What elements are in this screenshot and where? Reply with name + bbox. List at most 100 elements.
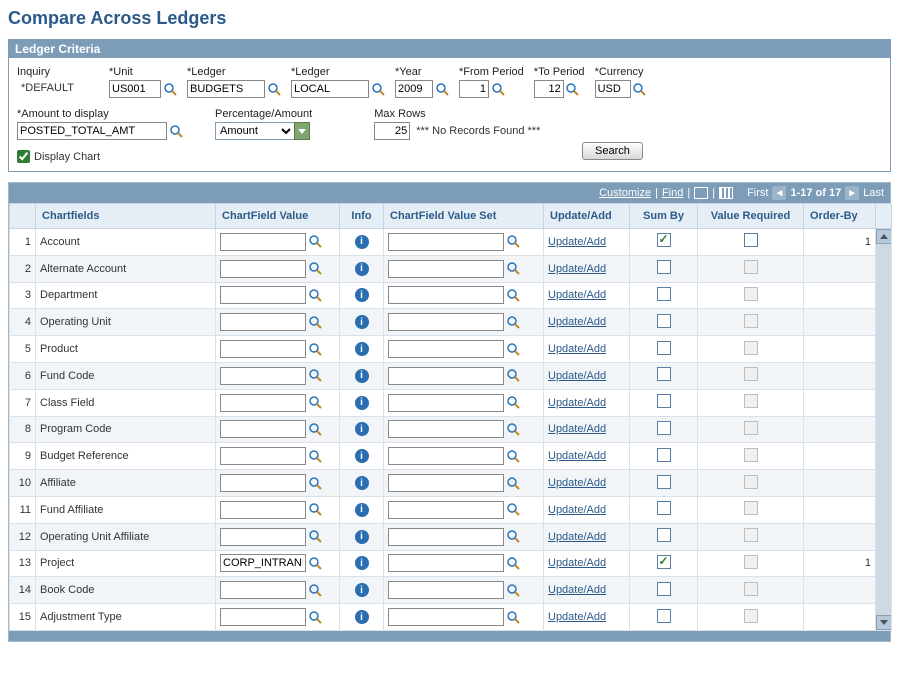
chartfield-value-set-input[interactable] [388,581,504,599]
sum-by-checkbox[interactable] [657,555,671,569]
chartfield-value-input[interactable] [220,447,306,465]
from-period-input[interactable] [459,80,489,98]
sum-by-checkbox[interactable] [657,475,671,489]
chartfield-value-set-input[interactable] [388,286,504,304]
lookup-icon[interactable] [308,315,322,329]
update-add-link[interactable]: Update/Add [548,236,606,248]
year-input[interactable] [395,80,433,98]
chartfield-value-set-input[interactable] [388,474,504,492]
update-add-link[interactable]: Update/Add [548,557,606,569]
chartfield-value-set-input[interactable] [388,394,504,412]
display-chart-input[interactable] [17,150,30,163]
sum-by-checkbox[interactable] [657,609,671,623]
chartfield-value-set-input[interactable] [388,420,504,438]
chartfield-value-input[interactable] [220,608,306,626]
lookup-icon[interactable] [506,342,520,356]
sum-by-checkbox[interactable] [657,314,671,328]
chartfield-value-input[interactable] [220,528,306,546]
info-icon[interactable]: i [355,369,369,383]
lookup-icon[interactable] [506,262,520,276]
info-icon[interactable]: i [355,288,369,302]
percent-amount-select[interactable]: Amount [215,122,295,140]
lookup-icon[interactable] [308,556,322,570]
info-icon[interactable]: i [355,449,369,463]
sum-by-checkbox[interactable] [657,448,671,462]
download-icon[interactable] [719,187,733,199]
lookup-icon[interactable] [435,82,449,96]
sum-by-checkbox[interactable] [657,421,671,435]
col-cf-value-set[interactable]: ChartField Value Set [384,204,544,229]
sum-by-checkbox[interactable] [657,528,671,542]
sum-by-checkbox[interactable] [657,367,671,381]
lookup-icon[interactable] [308,449,322,463]
chartfield-value-set-input[interactable] [388,233,504,251]
customize-link[interactable]: Customize [599,187,651,199]
lookup-icon[interactable] [371,82,385,96]
lookup-icon[interactable] [506,556,520,570]
update-add-link[interactable]: Update/Add [548,289,606,301]
lookup-icon[interactable] [308,396,322,410]
info-icon[interactable]: i [355,262,369,276]
info-icon[interactable]: i [355,235,369,249]
chartfield-value-input[interactable] [220,554,306,572]
lookup-icon[interactable] [308,288,322,302]
update-add-link[interactable]: Update/Add [548,316,606,328]
first-label[interactable]: First [747,187,768,199]
value-required-checkbox[interactable] [744,233,758,247]
ledger1-input[interactable] [187,80,265,98]
lookup-icon[interactable] [506,583,520,597]
lookup-icon[interactable] [267,82,281,96]
lookup-icon[interactable] [506,503,520,517]
chartfield-value-set-input[interactable] [388,554,504,572]
chartfield-value-input[interactable] [220,501,306,519]
view-all-icon[interactable] [694,187,708,199]
update-add-link[interactable]: Update/Add [548,343,606,355]
col-chartfields[interactable]: Chartfields [36,204,216,229]
sum-by-checkbox[interactable] [657,394,671,408]
lookup-icon[interactable] [308,530,322,544]
col-sum-by[interactable]: Sum By [630,204,698,229]
lookup-icon[interactable] [506,288,520,302]
lookup-icon[interactable] [308,369,322,383]
sum-by-checkbox[interactable] [657,501,671,515]
sum-by-checkbox[interactable] [657,233,671,247]
lookup-icon[interactable] [308,342,322,356]
lookup-icon[interactable] [506,449,520,463]
col-order-by[interactable]: Order-By [804,204,876,229]
col-info[interactable]: Info [340,204,384,229]
chartfield-value-input[interactable] [220,260,306,278]
update-add-link[interactable]: Update/Add [548,531,606,543]
info-icon[interactable]: i [355,610,369,624]
col-value-required[interactable]: Value Required [698,204,804,229]
chartfield-value-input[interactable] [220,394,306,412]
lookup-icon[interactable] [506,530,520,544]
lookup-icon[interactable] [169,124,183,138]
display-chart-checkbox[interactable]: Display Chart [17,150,100,163]
find-link[interactable]: Find [662,187,683,199]
col-update-add[interactable]: Update/Add [544,204,630,229]
lookup-icon[interactable] [308,583,322,597]
update-add-link[interactable]: Update/Add [548,370,606,382]
lookup-icon[interactable] [308,503,322,517]
chartfield-value-set-input[interactable] [388,447,504,465]
update-add-link[interactable]: Update/Add [548,397,606,409]
chartfield-value-set-input[interactable] [388,528,504,546]
chartfield-value-input[interactable] [220,581,306,599]
update-add-link[interactable]: Update/Add [548,450,606,462]
chartfield-value-input[interactable] [220,340,306,358]
last-label[interactable]: Last [863,187,884,199]
sum-by-checkbox[interactable] [657,341,671,355]
lookup-icon[interactable] [506,476,520,490]
chartfield-value-set-input[interactable] [388,501,504,519]
lookup-icon[interactable] [308,235,322,249]
info-icon[interactable]: i [355,503,369,517]
unit-input[interactable] [109,80,161,98]
chartfield-value-input[interactable] [220,286,306,304]
lookup-icon[interactable] [308,476,322,490]
col-cf-value[interactable]: ChartField Value [216,204,340,229]
lookup-icon[interactable] [308,422,322,436]
lookup-icon[interactable] [308,610,322,624]
chartfield-value-input[interactable] [220,420,306,438]
lookup-icon[interactable] [506,422,520,436]
scroll-up-icon[interactable] [876,229,892,244]
